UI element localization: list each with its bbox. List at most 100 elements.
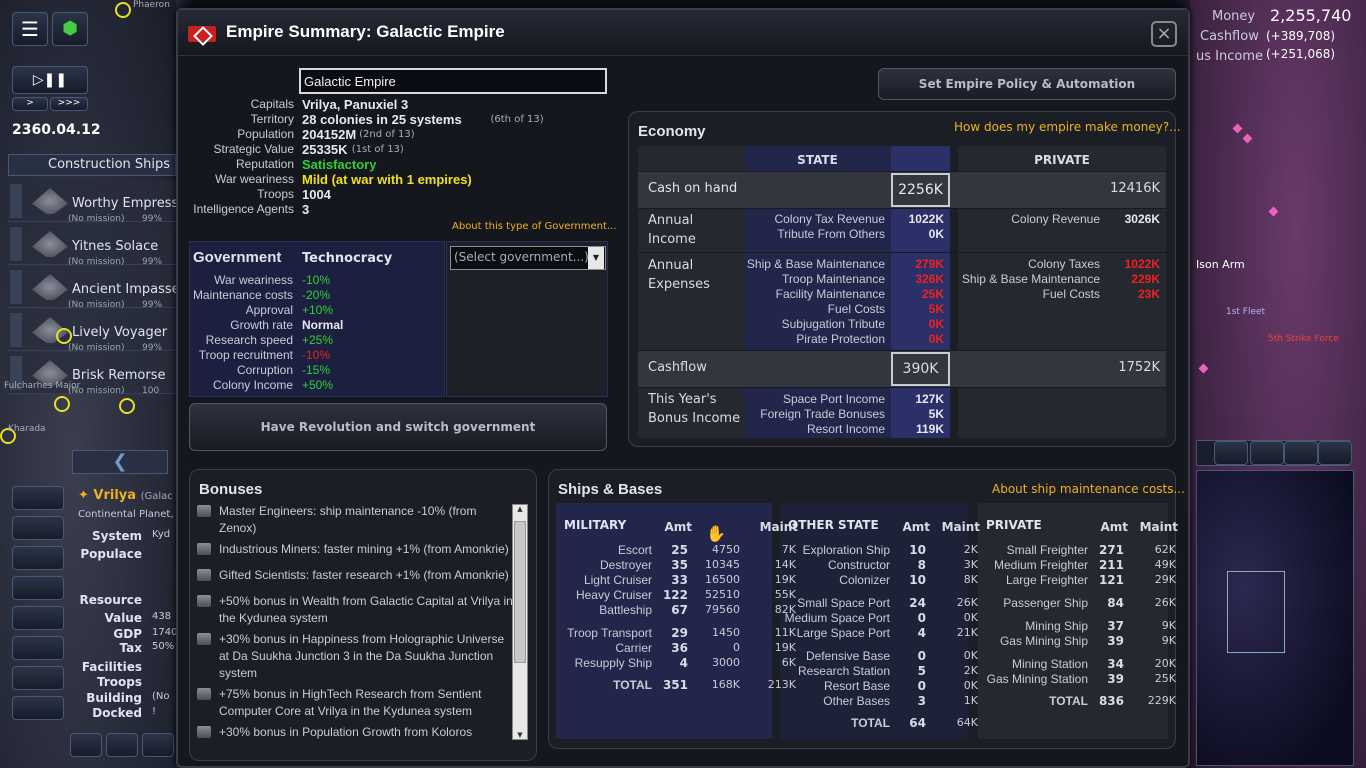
cash-on-hand-label: Cash on hand — [648, 181, 738, 196]
ship-type-label: Gas Mining Ship — [999, 634, 1088, 648]
economy-line-label: Colony Revenue — [1011, 212, 1100, 226]
eye-icon[interactable] — [12, 546, 64, 570]
ship-amount: 33 — [671, 573, 688, 587]
other-title: OTHER STATE — [788, 518, 879, 532]
ship-amount: 10 — [909, 543, 926, 557]
collapse-arrow-icon[interactable]: ❮ — [72, 450, 168, 474]
ship-type-label: Passenger Ship — [1003, 596, 1088, 610]
planet-field-label: System — [92, 529, 142, 543]
system-marker[interactable] — [119, 398, 135, 414]
close-button[interactable]: × — [1151, 21, 1177, 47]
ship-list-item[interactable]: Lively Voyager (No mission) 99% — [8, 309, 176, 353]
government-select[interactable]: (Select government...) ▼ — [450, 246, 606, 270]
government-modifier-label: Approval — [245, 303, 293, 317]
government-about-link[interactable]: About this type of Government... — [452, 221, 616, 232]
gear-icon[interactable] — [12, 606, 64, 630]
fleet-icon[interactable] — [106, 733, 138, 757]
flag-icon[interactable] — [12, 636, 64, 660]
planet-icon[interactable] — [12, 516, 64, 540]
ship-amount: 36 — [671, 641, 688, 655]
stat-value: 25335K — [302, 142, 348, 157]
fleet-icon[interactable] — [70, 733, 102, 757]
government-modifier-value: +10% — [302, 303, 334, 317]
bonuses-scrollbar[interactable]: ▲ ▼ — [512, 504, 528, 740]
economy-line-label: Troop Maintenance — [782, 272, 885, 286]
speed-max-button[interactable]: >>> — [50, 97, 88, 111]
government-modifier-value: +25% — [302, 333, 334, 347]
people-icon[interactable] — [12, 666, 64, 690]
set-policy-button[interactable]: Set Empire Policy & Automation — [878, 68, 1176, 100]
government-modifier-label: Corruption — [236, 363, 293, 377]
eye-icon[interactable] — [1214, 441, 1248, 465]
ship-amount: 121 — [1098, 573, 1124, 587]
ship-amount: 271 — [1098, 543, 1124, 557]
ship-amount: 0 — [917, 611, 926, 625]
economy-line-value: 326K — [915, 272, 944, 286]
ship-amount: 84 — [1107, 596, 1124, 610]
planet-field-value: 1740 — [152, 627, 178, 638]
ship-maint: 25K — [1154, 672, 1176, 685]
ship-amount: 39 — [1107, 634, 1124, 648]
ship-type-label: Research Station — [797, 664, 890, 678]
ship-status-icon — [10, 227, 22, 261]
economy-line-value: 0K — [928, 317, 944, 331]
menu-icon[interactable]: ☰ — [12, 12, 48, 46]
ship-type-label: Destroyer — [599, 558, 652, 572]
economy-line-label: Foreign Trade Bonuses — [760, 407, 885, 421]
ship-list-item[interactable]: Yitnes Solace (No mission) 99% — [8, 223, 176, 267]
speed-up-button[interactable]: > — [12, 97, 48, 111]
planet-field-label: Resource — [79, 593, 142, 607]
bonuses-list[interactable]: Master Engineers: ship maintenance -10% … — [195, 503, 513, 741]
fleet-icon[interactable] — [142, 733, 174, 757]
ship-icon[interactable] — [12, 576, 64, 600]
target-icon[interactable] — [12, 486, 64, 510]
ship-maint: 49K — [1154, 558, 1176, 571]
ship-type-label: Colonizer — [839, 573, 890, 587]
revolution-button[interactable]: Have Revolution and switch government — [189, 403, 607, 451]
system-marker[interactable] — [115, 2, 131, 18]
ship-list-item[interactable]: Worthy Empress (No mission) 99% — [8, 180, 178, 224]
military-title: MILITARY — [564, 518, 627, 532]
cash-on-hand-private: 12416K — [1110, 181, 1160, 196]
bonus-icon — [197, 569, 211, 581]
cashflow-state: 390K — [891, 352, 950, 386]
government-type: Technocracy — [302, 251, 393, 266]
dialog-title: Empire Summary: Galactic Empire — [226, 22, 505, 41]
bonus-icon — [197, 688, 211, 700]
economy-line-value: 1022K — [1124, 257, 1160, 271]
stat-label: Intelligence Agents — [193, 202, 294, 216]
system-marker[interactable] — [54, 396, 70, 412]
economy-line-value: 127K — [915, 392, 944, 406]
minimap[interactable] — [1196, 470, 1354, 766]
bonus-item: Industrious Miners: faster mining +1% (f… — [195, 541, 513, 563]
ship-type-label: Mining Ship — [1025, 619, 1088, 633]
help-icon[interactable]: ⬢ — [52, 12, 88, 46]
economy-title: Economy — [638, 123, 706, 140]
money-value: 2,255,740 — [1270, 6, 1352, 25]
ship-list-item[interactable]: Ancient Impasse (No mission) 99% — [8, 266, 180, 310]
chevron-down-icon[interactable]: ▼ — [588, 247, 604, 269]
total-label: TOTAL — [851, 716, 890, 730]
economy-help-link[interactable]: How does my empire make money?... — [954, 120, 1181, 134]
ship-cost: 10345 — [705, 558, 740, 571]
bonuses-title: Bonuses — [199, 481, 263, 498]
play-pause-button[interactable]: ▷❚❚ — [12, 66, 88, 94]
construction-ship-icon — [32, 231, 68, 257]
ship-type-label: Carrier — [615, 641, 652, 655]
ship-maint: 8K — [963, 573, 978, 586]
bonus-item: +50% bonus in Wealth from Galactic Capit… — [195, 593, 513, 627]
stat-rank: (6th of 13) — [490, 114, 544, 125]
question-icon[interactable] — [12, 696, 64, 720]
ship-maint: 3K — [963, 558, 978, 571]
nebula-icon[interactable] — [1284, 441, 1318, 465]
bulb-icon[interactable] — [1250, 441, 1284, 465]
empire-name-input[interactable] — [299, 68, 607, 94]
globe-icon[interactable] — [1318, 441, 1352, 465]
total-label: TOTAL — [613, 678, 652, 692]
government-modifier-label: Research speed — [205, 333, 293, 347]
ship-type-label: Troop Transport — [567, 626, 652, 640]
ship-maintenance-link[interactable]: About ship maintenance costs... — [992, 482, 1185, 496]
economy-line-value: 25K — [921, 287, 944, 301]
fleet-label: 1st Fleet — [1226, 307, 1266, 317]
system-marker[interactable] — [56, 328, 72, 344]
